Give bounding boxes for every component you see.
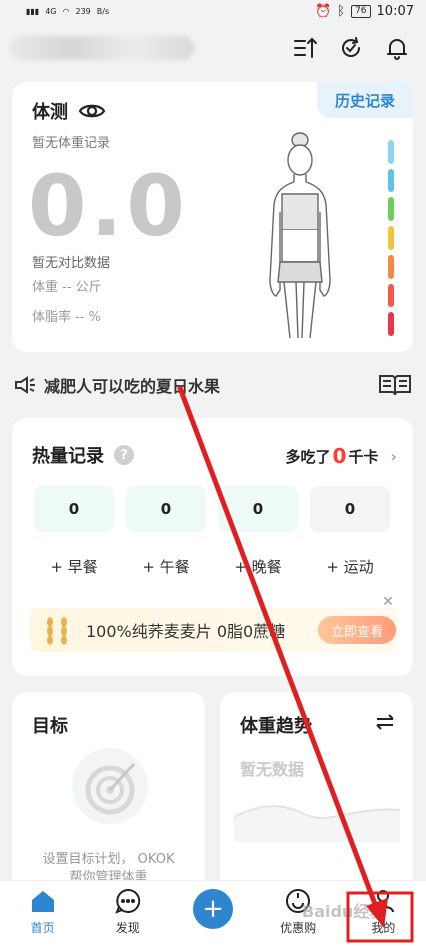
status-bar: ▮▮▮ 4G ◠ 239 B/s ⏰ ᛒ 76 10:07	[0, 0, 426, 22]
goal-hint-line1: 设置目标计划， OKOK	[42, 852, 175, 867]
tab-discover-label: 发现	[115, 921, 140, 935]
bodyfat-value-text: -- %	[75, 310, 102, 325]
no-compare-data: 暂无对比数据	[32, 256, 111, 271]
weight-row: 体重 -- 公斤	[32, 276, 102, 295]
dinner-calorie-box[interactable]: 0	[218, 486, 298, 532]
promo-text: 100%纯荞麦麦片 0脂0蔗糖	[86, 622, 286, 641]
body-measure-title-text: 体测	[32, 102, 68, 123]
swap-icon[interactable]	[375, 714, 395, 730]
target-icon	[72, 748, 148, 824]
home-icon	[31, 891, 54, 912]
add-exercise-button[interactable]: + 运动	[310, 556, 390, 577]
wifi-icon: ◠	[62, 6, 70, 16]
weight-label: 体重	[32, 280, 59, 295]
status-left: ▮▮▮ 4G ◠ 239 B/s	[26, 7, 109, 16]
scale-segment	[388, 312, 394, 337]
plus-icon: +	[50, 558, 68, 576]
net-speed-unit: B/s	[96, 6, 110, 16]
lunch-calorie-box[interactable]: 0	[126, 486, 206, 532]
scale-segment	[388, 197, 394, 222]
add-breakfast-button[interactable]: + 早餐	[34, 556, 114, 577]
bodyfat-row: 体脂率 -- %	[32, 306, 101, 325]
sort-icon[interactable]	[292, 35, 318, 61]
lunch-value: 0	[160, 500, 172, 518]
scale-segment	[388, 254, 394, 279]
trend-title: 体重趋势	[240, 716, 312, 737]
plus-icon: +	[326, 558, 344, 576]
breakfast-value: 0	[68, 500, 80, 518]
news-left: 减肥人可以吃的夏日水果	[14, 373, 220, 397]
weight-value: 0.0	[28, 157, 189, 255]
watermark-logo: Baidu经验	[302, 902, 386, 921]
lunch-label: 午餐	[159, 558, 190, 576]
calorie-title: 热量记录 ?	[32, 442, 134, 468]
scale-segment	[388, 226, 394, 250]
over-prefix: 多吃了	[285, 447, 331, 466]
add-dinner-button[interactable]: + 晚餐	[218, 556, 298, 577]
weight-value-text: -- 公斤	[62, 280, 102, 295]
alarm-icon: ⏰	[315, 3, 332, 19]
over-unit: 千卡	[348, 447, 379, 466]
no-weight-record: 暂无体重记录	[32, 136, 111, 151]
chevron-right-icon: ›	[390, 446, 397, 466]
exercise-value: 0	[344, 500, 356, 518]
plus-icon: +	[142, 558, 160, 576]
chat-bubble-icon	[114, 888, 140, 914]
trend-placeholder-wave	[234, 805, 400, 842]
body-measure-card[interactable]: 历史记录 体测 暂无体重记录 0.0 暂无对比数据 体重 -- 公斤 体脂率 -…	[12, 82, 413, 352]
signal-icon: ▮▮▮	[26, 6, 40, 16]
goal-card[interactable]: 目标 设置目标计划， OKOK 帮你管理体重	[12, 692, 205, 892]
clock: 10:07	[376, 3, 414, 19]
book-icon[interactable]	[378, 373, 412, 397]
status-right: ⏰ ᛒ 76 10:07	[315, 4, 414, 19]
network-type: 4G	[45, 6, 57, 16]
breakfast-label: 早餐	[67, 558, 98, 576]
scale-segment	[388, 168, 394, 193]
add-button[interactable]: +	[192, 889, 233, 929]
add-lunch-button[interactable]: + 午餐	[126, 556, 206, 577]
bell-icon[interactable]	[384, 35, 410, 61]
tab-discover[interactable]: 发现	[93, 887, 163, 936]
promo-view-button[interactable]: 立即查看	[318, 616, 396, 644]
history-button[interactable]: 历史记录	[317, 82, 413, 118]
scale-segment	[388, 140, 394, 164]
speaker-icon	[15, 376, 35, 394]
battery-level: 76	[351, 4, 371, 18]
help-icon[interactable]: ?	[114, 445, 134, 465]
dinner-value: 0	[252, 500, 264, 518]
bmi-color-scale	[388, 140, 394, 337]
tab-add[interactable]: +	[178, 887, 248, 929]
news-text[interactable]: 减肥人可以吃的夏日水果	[44, 373, 220, 397]
calorie-card[interactable]: 热量记录 ? 多吃了 0 千卡 › 0 0 0 0 + 早餐 + 午餐 + 晚餐…	[12, 418, 413, 676]
breakfast-calorie-box[interactable]: 0	[34, 486, 114, 532]
app-header	[0, 26, 426, 70]
calorie-title-text: 热量记录	[32, 446, 104, 467]
tab-home-label: 首页	[30, 921, 55, 935]
body-measure-title: 体测	[32, 98, 106, 124]
net-speed: 239	[75, 6, 91, 16]
news-banner[interactable]: 减肥人可以吃的夏日水果	[14, 372, 412, 398]
weight-trend-card[interactable]: 体重趋势 暂无数据	[220, 692, 413, 892]
sync-icon[interactable]	[338, 35, 364, 61]
bodyfat-label: 体脂率	[32, 310, 72, 325]
dinner-label: 晚餐	[251, 558, 282, 576]
scale-segment	[388, 283, 394, 308]
calorie-over-summary[interactable]: 多吃了 0 千卡 ›	[285, 444, 397, 468]
tab-home[interactable]: 首页	[8, 887, 78, 936]
goal-title: 目标	[32, 716, 68, 737]
exercise-calorie-box[interactable]: 0	[310, 486, 390, 532]
header-actions	[292, 35, 410, 61]
exercise-label: 运动	[343, 558, 374, 576]
plus-icon: +	[234, 558, 252, 576]
trend-empty-text: 暂无数据	[240, 760, 305, 779]
wheat-icon	[47, 617, 67, 645]
close-icon[interactable]: ✕	[382, 594, 394, 610]
over-value: 0	[332, 444, 347, 468]
promo-banner[interactable]: 100%纯荞麦麦片 0脂0蔗糖 ✕ 立即查看	[30, 594, 398, 652]
eye-icon[interactable]	[78, 101, 106, 121]
user-name-blurred[interactable]	[10, 36, 194, 60]
body-figure-illustration	[269, 132, 331, 339]
bluetooth-icon: ᛒ	[337, 3, 346, 19]
